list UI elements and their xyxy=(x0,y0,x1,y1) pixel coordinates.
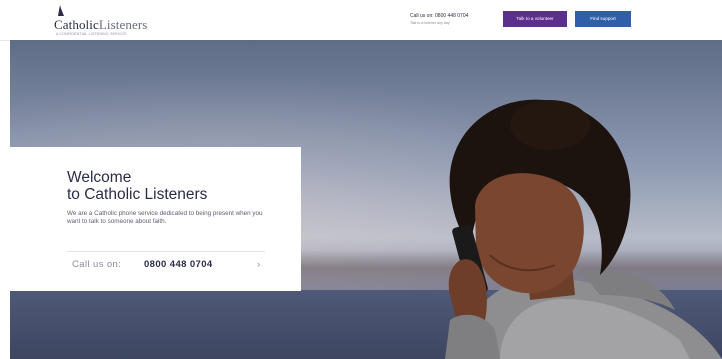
header-call-info: Call us on: 0800 448 0704 Talk to a list… xyxy=(410,13,500,25)
site-header: CatholicListeners A CONFIDENTIAL LISTENI… xyxy=(0,0,722,41)
hero-description: We are a Catholic phone service dedicate… xyxy=(67,210,263,226)
talk-to-volunteer-button[interactable]: Talk to a volunteer xyxy=(503,11,567,27)
header-call-subtext: Talk to a listener any day xyxy=(410,21,450,25)
logo-name-light: Listeners xyxy=(98,17,148,32)
logo-wordmark: CatholicListeners xyxy=(54,17,147,33)
hero-photo-woman-on-phone xyxy=(445,99,722,359)
call-us-label: Call us on: xyxy=(72,259,122,270)
logo-name-bold: Catholic xyxy=(54,17,99,32)
logo-tagline: A CONFIDENTIAL LISTENING SERVICE xyxy=(56,32,127,36)
hero-title: Welcome to Catholic Listeners xyxy=(67,169,287,203)
site-logo[interactable]: CatholicListeners A CONFIDENTIAL LISTENI… xyxy=(54,5,164,37)
church-steeple-icon xyxy=(58,5,64,16)
find-support-button[interactable]: Find support xyxy=(575,11,631,27)
card-divider xyxy=(67,251,265,252)
call-number-link[interactable]: 0800 448 0704 xyxy=(144,259,213,270)
hero-title-line2: to Catholic Listeners xyxy=(67,186,208,203)
header-call-number[interactable]: Call us on: 0800 448 0704 xyxy=(410,13,500,19)
hero-title-line1: Welcome xyxy=(67,169,132,186)
chevron-right-icon[interactable]: › xyxy=(257,259,260,270)
welcome-card: Welcome to Catholic Listeners We are a C… xyxy=(10,147,301,291)
